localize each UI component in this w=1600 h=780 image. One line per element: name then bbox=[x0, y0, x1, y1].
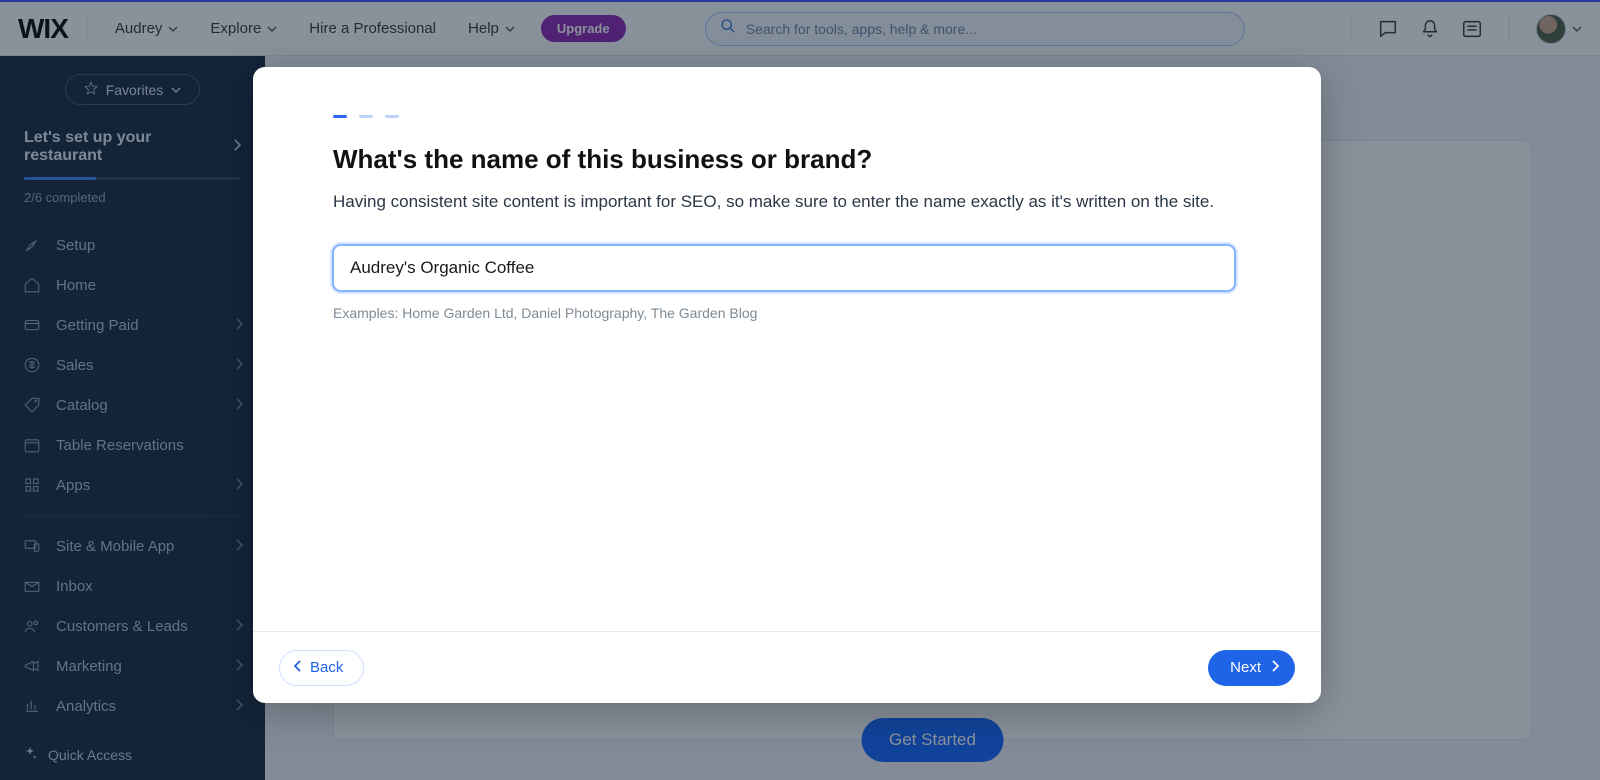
back-button[interactable]: Back bbox=[279, 650, 364, 686]
next-button[interactable]: Next bbox=[1208, 650, 1295, 686]
chevron-left-icon bbox=[294, 659, 302, 676]
modal-title: What's the name of this business or bran… bbox=[333, 144, 1241, 175]
chevron-right-icon bbox=[1271, 659, 1279, 676]
examples-text: Examples: Home Garden Ltd, Daniel Photog… bbox=[333, 305, 1241, 321]
modal-subtitle: Having consistent site content is import… bbox=[333, 189, 1238, 215]
step-dash bbox=[385, 115, 399, 118]
seo-setup-modal: What's the name of this business or bran… bbox=[253, 67, 1321, 703]
modal-body: What's the name of this business or bran… bbox=[253, 67, 1321, 631]
modal-footer: Back Next bbox=[253, 631, 1321, 703]
business-name-input[interactable] bbox=[333, 245, 1235, 291]
step-dash bbox=[359, 115, 373, 118]
back-label: Back bbox=[310, 659, 343, 676]
step-indicator bbox=[333, 115, 1241, 118]
step-dash bbox=[333, 115, 347, 118]
next-label: Next bbox=[1230, 659, 1261, 676]
